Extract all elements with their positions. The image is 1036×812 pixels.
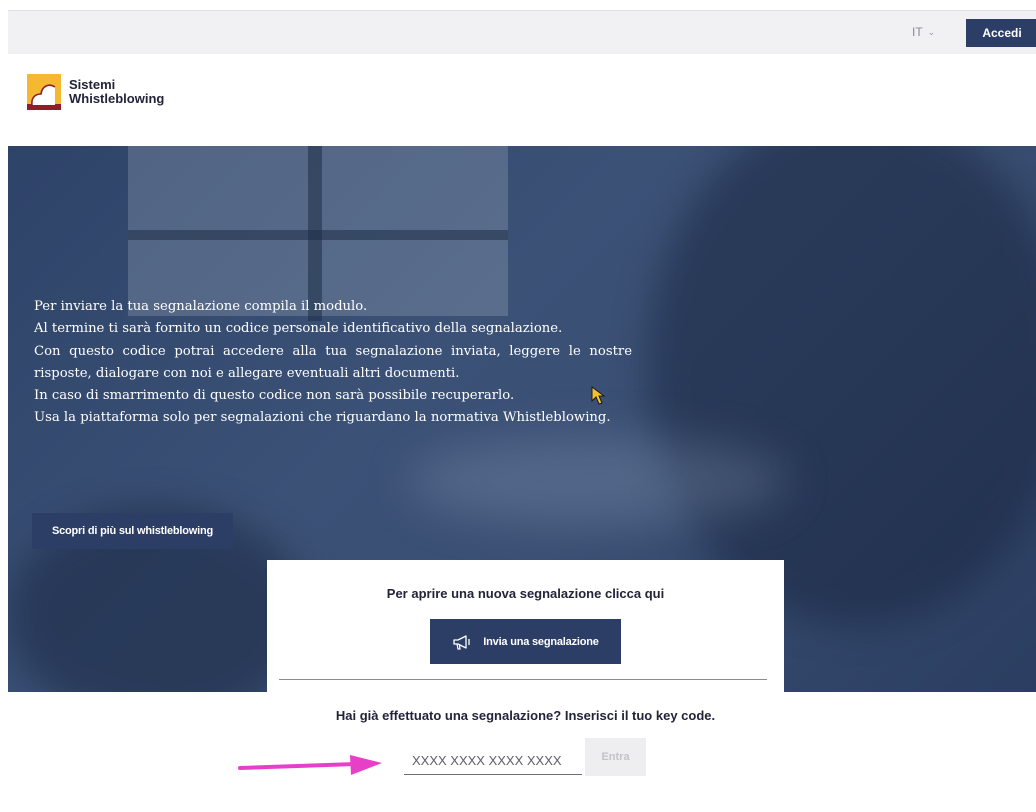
background-figure	[648, 146, 1036, 626]
megaphone-icon	[453, 634, 470, 650]
existing-report-prompt: Hai già effettuato una segnalazione? Ins…	[335, 708, 716, 723]
key-code-input[interactable]	[404, 747, 582, 775]
language-selector[interactable]: IT ⌄	[912, 25, 935, 39]
enter-button[interactable]: Entra	[585, 738, 646, 776]
chevron-down-icon: ⌄	[927, 26, 936, 37]
background-window-frame	[128, 230, 508, 240]
hero-paragraph: Usa la piattaforma solo per segnalazioni…	[34, 410, 611, 426]
background-hands	[408, 436, 788, 526]
hero-description: Per inviare la tua segnalazione compila …	[34, 296, 632, 430]
mouse-cursor-icon	[591, 386, 606, 405]
logo-text: Sistemi Whistleblowing	[69, 78, 164, 106]
hero-paragraph: In caso di smarrimento di questo codice …	[34, 388, 515, 404]
divider	[279, 679, 767, 680]
language-code: IT	[912, 25, 923, 39]
learn-more-button[interactable]: Scopri di più sul whistleblowing	[32, 513, 233, 549]
new-report-prompt: Per aprire una nuova segnalazione clicca…	[386, 586, 665, 601]
hero-paragraph: Al termine ti sarà fornito un codice per…	[34, 321, 563, 337]
top-bar: IT ⌄ Accedi	[8, 10, 1036, 54]
send-report-button[interactable]: Invia una segnalazione	[430, 619, 621, 664]
hero-paragraph: Con questo codice potrai accedere alla t…	[34, 343, 632, 381]
logo-line-1: Sistemi	[69, 77, 116, 92]
login-button[interactable]: Accedi	[966, 19, 1036, 47]
hero-paragraph: Per inviare la tua segnalazione compila …	[34, 299, 368, 314]
logo[interactable]: Sistemi Whistleblowing	[27, 74, 164, 110]
logo-line-2: Whistleblowing	[69, 91, 165, 106]
send-report-label: Invia una segnalazione	[483, 635, 599, 648]
annotation-arrow-icon	[238, 755, 382, 775]
logo-icon	[27, 74, 61, 110]
